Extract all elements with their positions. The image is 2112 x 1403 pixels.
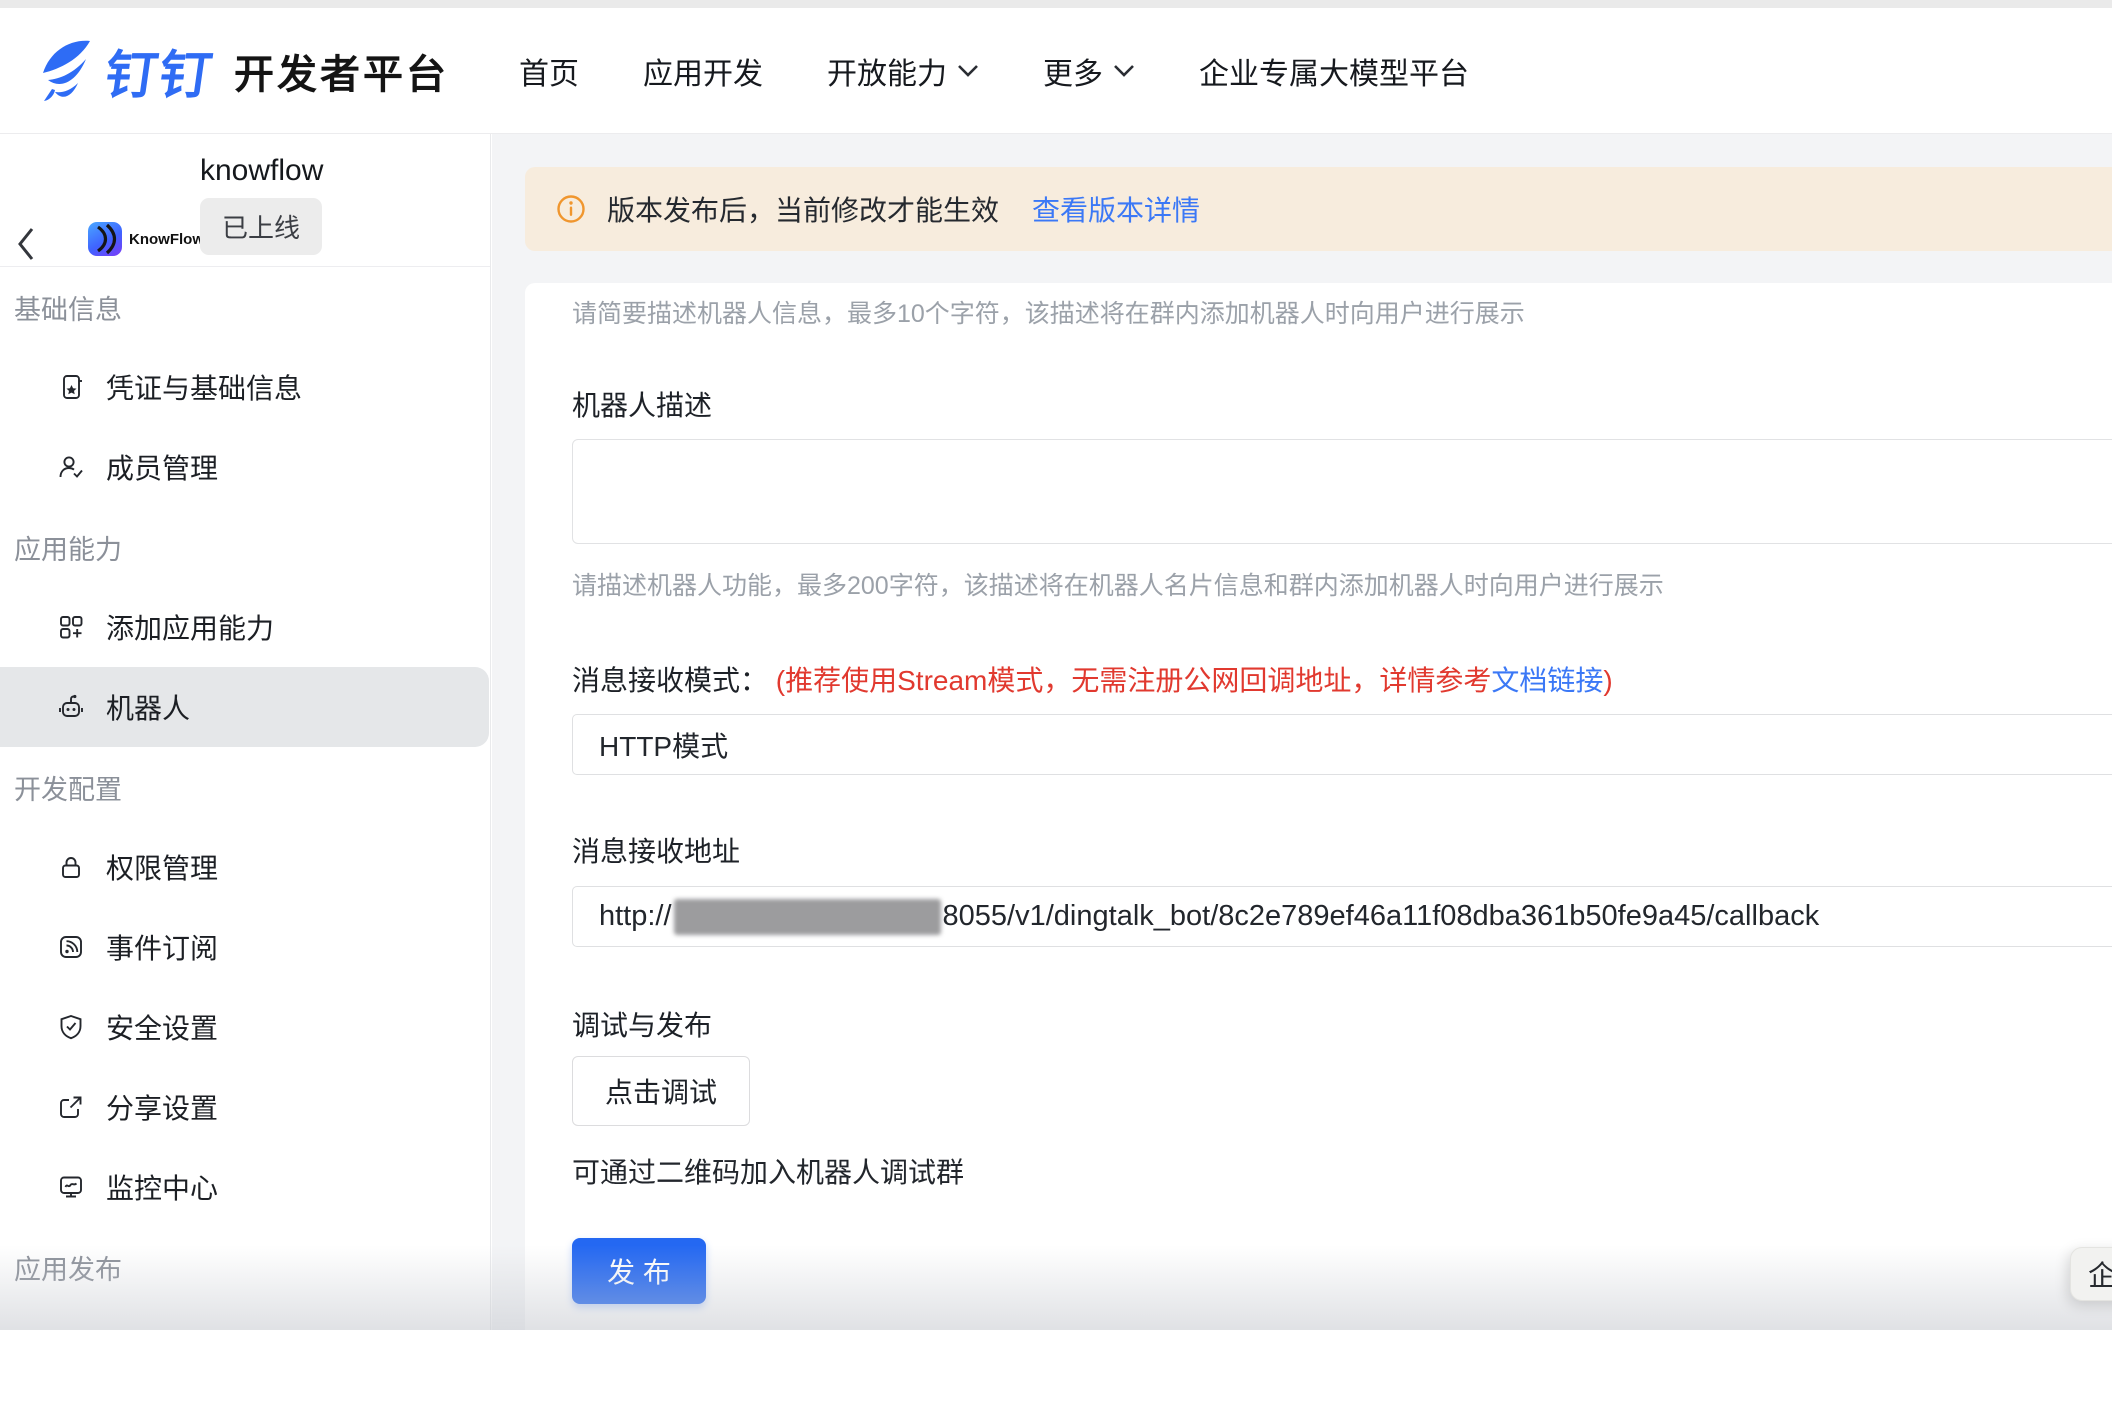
doc-link[interactable]: 文档链接	[1491, 665, 1603, 696]
monitor-icon	[57, 1173, 85, 1201]
window-top-strip	[0, 0, 2112, 8]
message-mode-label: 消息接收模式：	[572, 665, 768, 696]
banner-text: 版本发布后，当前修改才能生效	[607, 189, 999, 229]
status-badge: 已上线	[200, 198, 322, 255]
brand-suffix: 开发者平台	[234, 42, 449, 100]
version-notice-banner: 版本发布后，当前修改才能生效 查看版本详情	[525, 167, 2112, 251]
sidebar-item-add-capability[interactable]: 添加应用能力	[0, 587, 490, 667]
lock-icon	[57, 853, 85, 881]
event-subscribe-icon	[57, 933, 85, 961]
sidebar: KnowFlow knowflow 已上线 基础信息 凭证与基础信息 成员管理 …	[0, 134, 491, 1330]
address-suffix: 8055/v1/dingtalk_bot/8c2e789ef46a11f08db…	[943, 900, 1820, 933]
knowflow-logo-icon	[88, 222, 122, 256]
robot-description-hint: 请描述机器人功能，最多200字符，该描述将在机器人名片信息和群内添加机器人时向用…	[572, 566, 1664, 602]
sidebar-section-capabilities: 应用能力	[0, 507, 490, 587]
sidebar-item-security[interactable]: 安全设置	[0, 987, 490, 1067]
redacted-url-segment	[674, 899, 941, 935]
add-capability-icon	[57, 613, 85, 641]
brand-name-cn: 钉钉	[101, 33, 220, 108]
mode-note-prefix: (推荐使用Stream模式，无需注册公网回调地址，详情参考	[776, 665, 1492, 696]
sidebar-item-members[interactable]: 成员管理	[0, 427, 490, 507]
app-logo-label: KnowFlow	[129, 231, 204, 248]
message-mode-label-row: 消息接收模式： (推荐使用Stream模式，无需注册公网回调地址，详情参考文档链…	[572, 659, 1613, 699]
nav-item-home[interactable]: 首页	[519, 49, 579, 93]
nav-item-app-dev[interactable]: 应用开发	[643, 49, 763, 93]
sidebar-item-permissions[interactable]: 权限管理	[0, 827, 490, 907]
robot-description-label: 机器人描述	[572, 384, 712, 424]
message-address-label: 消息接收地址	[572, 830, 740, 870]
member-icon	[57, 453, 85, 481]
sidebar-section-app-release: 应用发布	[0, 1227, 490, 1307]
sidebar-item-credentials[interactable]: 凭证与基础信息	[0, 347, 490, 427]
message-mode-value: HTTP模式	[599, 725, 728, 765]
app-logo: KnowFlow	[88, 222, 204, 256]
robot-description-textarea[interactable]	[572, 439, 2112, 544]
dingtalk-wing-icon	[40, 39, 92, 103]
sidebar-section-dev-config: 开发配置	[0, 747, 490, 827]
sidebar-section-basic-info: 基础信息	[0, 267, 490, 347]
view-version-details-link[interactable]: 查看版本详情	[1032, 189, 1200, 229]
mode-note-suffix: )	[1603, 665, 1612, 696]
chevron-down-icon	[957, 64, 979, 78]
debug-button[interactable]: 点击调试	[572, 1056, 750, 1126]
back-chevron-icon[interactable]	[16, 226, 36, 262]
robot-name-hint: 请简要描述机器人信息，最多10个字符，该描述将在群内添加机器人时向用户进行展示	[572, 294, 1525, 330]
sidebar-app-header: KnowFlow knowflow 已上线	[0, 134, 490, 267]
publish-button[interactable]: 发 布	[572, 1238, 706, 1304]
robot-icon	[57, 693, 85, 721]
sidebar-item-monitor[interactable]: 监控中心	[0, 1147, 490, 1227]
sidebar-item-sharing[interactable]: 分享设置	[0, 1067, 490, 1147]
nav-item-llm-platform[interactable]: 企业专属大模型平台	[1199, 49, 1469, 93]
top-nav-items: 首页 应用开发 开放能力 更多 企业专属大模型平台	[519, 49, 1469, 93]
message-mode-select[interactable]: HTTP模式	[572, 714, 2112, 775]
dingtalk-brand-logo[interactable]: 钉钉 开发者平台	[40, 33, 449, 108]
info-icon	[556, 194, 586, 224]
sidebar-menu: 基础信息 凭证与基础信息 成员管理 应用能力	[0, 267, 490, 1307]
top-navbar: 钉钉 开发者平台 首页 应用开发 开放能力 更多 企业专属大模型平台	[0, 8, 2112, 134]
robot-settings-card: 请简要描述机器人信息，最多10个字符，该描述将在群内添加机器人时向用户进行展示 …	[525, 283, 2112, 1403]
qr-join-hint: 可通过二维码加入机器人调试群	[572, 1151, 964, 1191]
floating-enterprise-widget[interactable]: 企	[2070, 1247, 2112, 1301]
app-title: knowflow	[200, 154, 323, 188]
credential-card-icon	[57, 373, 85, 401]
message-address-input[interactable]: http:// 8055/v1/dingtalk_bot/8c2e789ef46a…	[572, 886, 2112, 947]
shield-check-icon	[57, 1013, 85, 1041]
address-prefix: http://	[599, 900, 672, 933]
sidebar-item-event-subscription[interactable]: 事件订阅	[0, 907, 490, 987]
nav-item-more[interactable]: 更多	[1043, 49, 1135, 93]
sidebar-item-robot[interactable]: 机器人	[0, 667, 489, 747]
nav-item-open-capability[interactable]: 开放能力	[827, 49, 979, 93]
main-content: 版本发布后，当前修改才能生效 查看版本详情 请简要描述机器人信息，最多10个字符…	[492, 134, 2112, 1330]
chevron-down-icon	[1113, 64, 1135, 78]
share-icon	[57, 1093, 85, 1121]
debug-publish-label: 调试与发布	[572, 1004, 712, 1044]
